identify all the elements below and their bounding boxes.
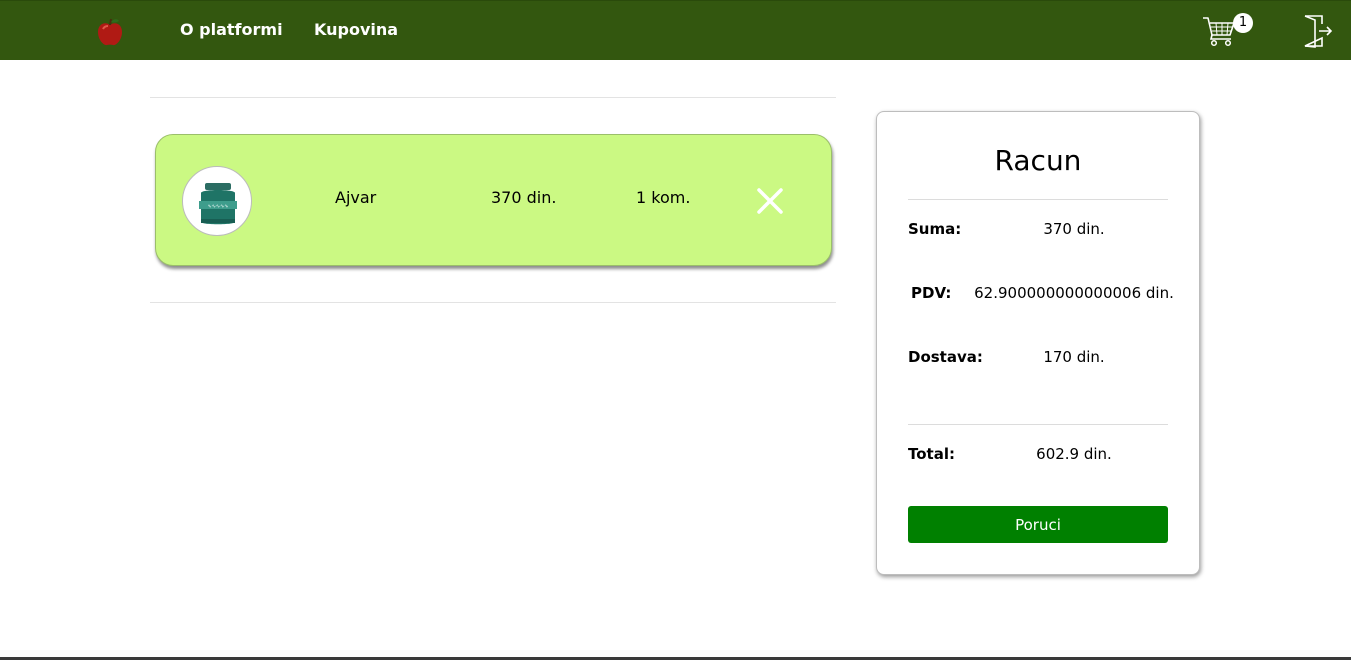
cart-count-badge: 1 bbox=[1233, 13, 1253, 33]
svg-text:∿∿∿∿∿: ∿∿∿∿∿ bbox=[208, 204, 229, 210]
delivery-value: 170 din. bbox=[1043, 348, 1105, 366]
divider bbox=[150, 97, 836, 98]
navbar: O platformi Kupovina 1 bbox=[0, 0, 1351, 60]
item-quantity: 1 kom. bbox=[636, 188, 691, 207]
nav-link-about[interactable]: O platformi bbox=[180, 20, 283, 39]
apple-logo-icon[interactable] bbox=[95, 17, 125, 47]
divider bbox=[908, 424, 1168, 425]
sum-label: Suma: bbox=[908, 220, 962, 238]
divider bbox=[150, 302, 836, 303]
sum-value: 370 din. bbox=[1043, 220, 1105, 238]
cart-item: ∿∿∿∿∿ Ajvar 370 din. 1 kom. bbox=[155, 134, 832, 266]
total-label: Total: bbox=[908, 445, 955, 463]
close-icon[interactable] bbox=[756, 187, 784, 215]
logout-icon[interactable] bbox=[1302, 14, 1334, 48]
order-button[interactable]: Poruci bbox=[908, 506, 1168, 543]
nav-link-shop[interactable]: Kupovina bbox=[314, 20, 398, 39]
product-thumbnail: ∿∿∿∿∿ bbox=[182, 166, 252, 236]
item-price: 370 din. bbox=[491, 188, 557, 207]
vat-label: PDV: bbox=[911, 284, 952, 302]
divider bbox=[908, 199, 1168, 200]
item-name: Ajvar bbox=[335, 188, 377, 207]
delivery-label: Dostava: bbox=[908, 348, 983, 366]
vat-value: 62.900000000000006 din. bbox=[974, 284, 1174, 302]
shopping-cart-icon[interactable] bbox=[1202, 15, 1236, 47]
bill-panel: Racun Suma: 370 din. PDV: 62.90000000000… bbox=[876, 111, 1200, 575]
total-value: 602.9 din. bbox=[1036, 445, 1112, 463]
bill-title: Racun bbox=[994, 144, 1082, 177]
jar-icon: ∿∿∿∿∿ bbox=[199, 183, 237, 225]
